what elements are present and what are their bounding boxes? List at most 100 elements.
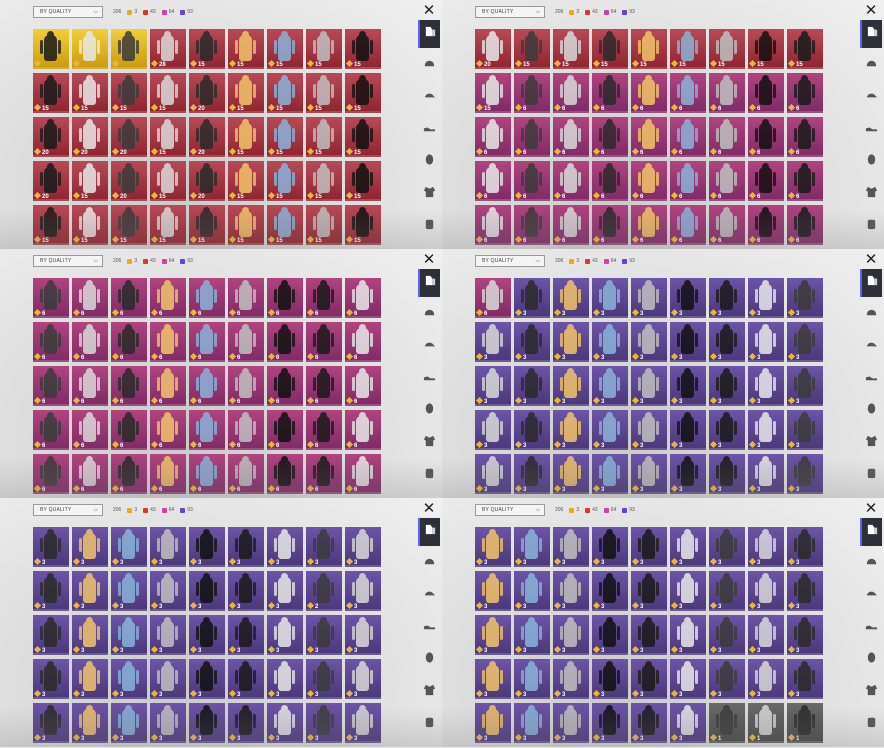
category-jacket[interactable] (418, 429, 440, 457)
outfit-item[interactable]: 3 (748, 615, 784, 655)
outfit-item[interactable]: 3 (72, 571, 108, 611)
outfit-item[interactable]: 3 (189, 615, 225, 655)
outfit-item[interactable]: 6 (748, 117, 784, 157)
category-jacket[interactable] (418, 678, 440, 706)
category-backpack[interactable] (860, 212, 882, 240)
outfit-item[interactable]: 6 (345, 410, 381, 450)
close-icon[interactable]: ✕ (863, 252, 879, 268)
outfit-item[interactable]: 15 (475, 73, 511, 113)
outfit-item[interactable]: 15 (150, 161, 186, 201)
outfit-item[interactable]: 6 (111, 410, 147, 450)
outfit-item[interactable]: 6 (72, 322, 108, 362)
outfit-item[interactable]: 3 (345, 615, 381, 655)
outfit-item[interactable]: 3 (72, 527, 108, 567)
outfit-item[interactable]: 15 (670, 29, 706, 69)
category-outfit[interactable] (418, 20, 440, 48)
outfit-item[interactable]: 3 (670, 571, 706, 611)
outfit-item[interactable]: 6 (670, 161, 706, 201)
category-cap[interactable] (418, 333, 440, 361)
outfit-item[interactable]: 3 (748, 410, 784, 450)
outfit-item[interactable]: 6 (475, 161, 511, 201)
outfit-item[interactable]: 6 (592, 73, 628, 113)
outfit-item[interactable]: 3 (475, 454, 511, 494)
outfit-item[interactable]: 6 (514, 117, 550, 157)
outfit-item[interactable]: 6 (111, 322, 147, 362)
outfit-item[interactable]: 3 (72, 659, 108, 699)
outfit-item[interactable]: 3 (631, 527, 667, 567)
outfit-item[interactable]: 6 (267, 278, 303, 318)
outfit-item[interactable]: 3 (631, 410, 667, 450)
outfit-item[interactable]: 3 (709, 322, 745, 362)
outfit-item[interactable]: 3 (514, 703, 550, 743)
outfit-item[interactable]: 6 (189, 278, 225, 318)
outfit-item[interactable]: 3 (514, 571, 550, 611)
outfit-item[interactable]: 3 (709, 615, 745, 655)
category-helmet[interactable] (418, 301, 440, 329)
outfit-item[interactable]: 15 (33, 205, 69, 245)
outfit-item[interactable]: 6 (33, 410, 69, 450)
outfit-item[interactable]: 6 (345, 366, 381, 406)
outfit-item[interactable]: 6 (345, 454, 381, 494)
category-backpack[interactable] (860, 710, 882, 738)
outfit-item[interactable]: 3 (787, 322, 823, 362)
category-backpack[interactable] (418, 212, 440, 240)
outfit-item[interactable]: 20 (72, 117, 108, 157)
outfit-item[interactable]: 15 (150, 73, 186, 113)
outfit-item[interactable]: 3 (189, 571, 225, 611)
outfit-item[interactable]: 15 (267, 117, 303, 157)
outfit-item[interactable]: 6 (631, 73, 667, 113)
outfit-item[interactable]: 6 (631, 205, 667, 245)
outfit-item[interactable]: 3 (670, 703, 706, 743)
outfit-item[interactable]: 3 (748, 454, 784, 494)
outfit-item[interactable]: 6 (228, 322, 264, 362)
outfit-item[interactable]: 3 (72, 703, 108, 743)
outfit-item[interactable]: 6 (709, 117, 745, 157)
outfit-item[interactable]: 3 (631, 322, 667, 362)
close-icon[interactable]: ✕ (421, 3, 437, 19)
outfit-item[interactable]: 6 (709, 205, 745, 245)
outfit-item[interactable]: 3 (787, 278, 823, 318)
category-backpack[interactable] (860, 461, 882, 489)
outfit-item[interactable]: 20 (189, 73, 225, 113)
sort-dropdown[interactable]: BY QUALITY ⌵ (33, 255, 103, 267)
outfit-item[interactable]: 15 (345, 117, 381, 157)
outfit-item[interactable]: 15 (228, 161, 264, 201)
outfit-item[interactable]: 6 (670, 205, 706, 245)
outfit-item[interactable]: 15 (267, 161, 303, 201)
outfit-item[interactable]: 3 (592, 571, 628, 611)
outfit-item[interactable]: 3 (787, 410, 823, 450)
outfit-item[interactable]: 3 (267, 527, 303, 567)
outfit-item[interactable]: 3 (72, 615, 108, 655)
category-shoe[interactable] (418, 116, 440, 144)
outfit-item[interactable]: 15 (72, 161, 108, 201)
outfit-item[interactable]: 3 (267, 659, 303, 699)
outfit-item[interactable]: 6 (787, 205, 823, 245)
outfit-item[interactable]: 6 (592, 161, 628, 201)
outfit-item[interactable]: 15 (306, 161, 342, 201)
outfit-item[interactable]: 15 (345, 29, 381, 69)
outfit-item[interactable]: 3 (514, 322, 550, 362)
outfit-item[interactable]: 3 (709, 659, 745, 699)
outfit-item[interactable]: 6 (267, 454, 303, 494)
outfit-item[interactable]: 6 (150, 410, 186, 450)
outfit-item[interactable]: 6 (189, 366, 225, 406)
sort-dropdown[interactable]: BY QUALITY ⌵ (475, 255, 545, 267)
outfit-item[interactable]: 3 (709, 278, 745, 318)
category-helmet[interactable] (860, 52, 882, 80)
outfit-item[interactable]: 6 (631, 161, 667, 201)
outfit-item[interactable]: 3 (33, 571, 69, 611)
category-mask[interactable] (860, 397, 882, 425)
outfit-item[interactable]: 3 (514, 615, 550, 655)
outfit-item[interactable]: 3 (787, 615, 823, 655)
outfit-item[interactable]: 20 (475, 29, 511, 69)
outfit-item[interactable]: 15 (267, 29, 303, 69)
outfit-item[interactable]: 6 (787, 161, 823, 201)
outfit-item[interactable]: 6 (475, 278, 511, 318)
category-helmet[interactable] (418, 52, 440, 80)
outfit-item[interactable]: 6 (748, 161, 784, 201)
outfit-item[interactable]: 3 (631, 571, 667, 611)
outfit-item[interactable]: 3 (553, 571, 589, 611)
outfit-item[interactable]: 15 (306, 205, 342, 245)
outfit-item[interactable]: 6 (670, 117, 706, 157)
category-shoe[interactable] (418, 614, 440, 642)
